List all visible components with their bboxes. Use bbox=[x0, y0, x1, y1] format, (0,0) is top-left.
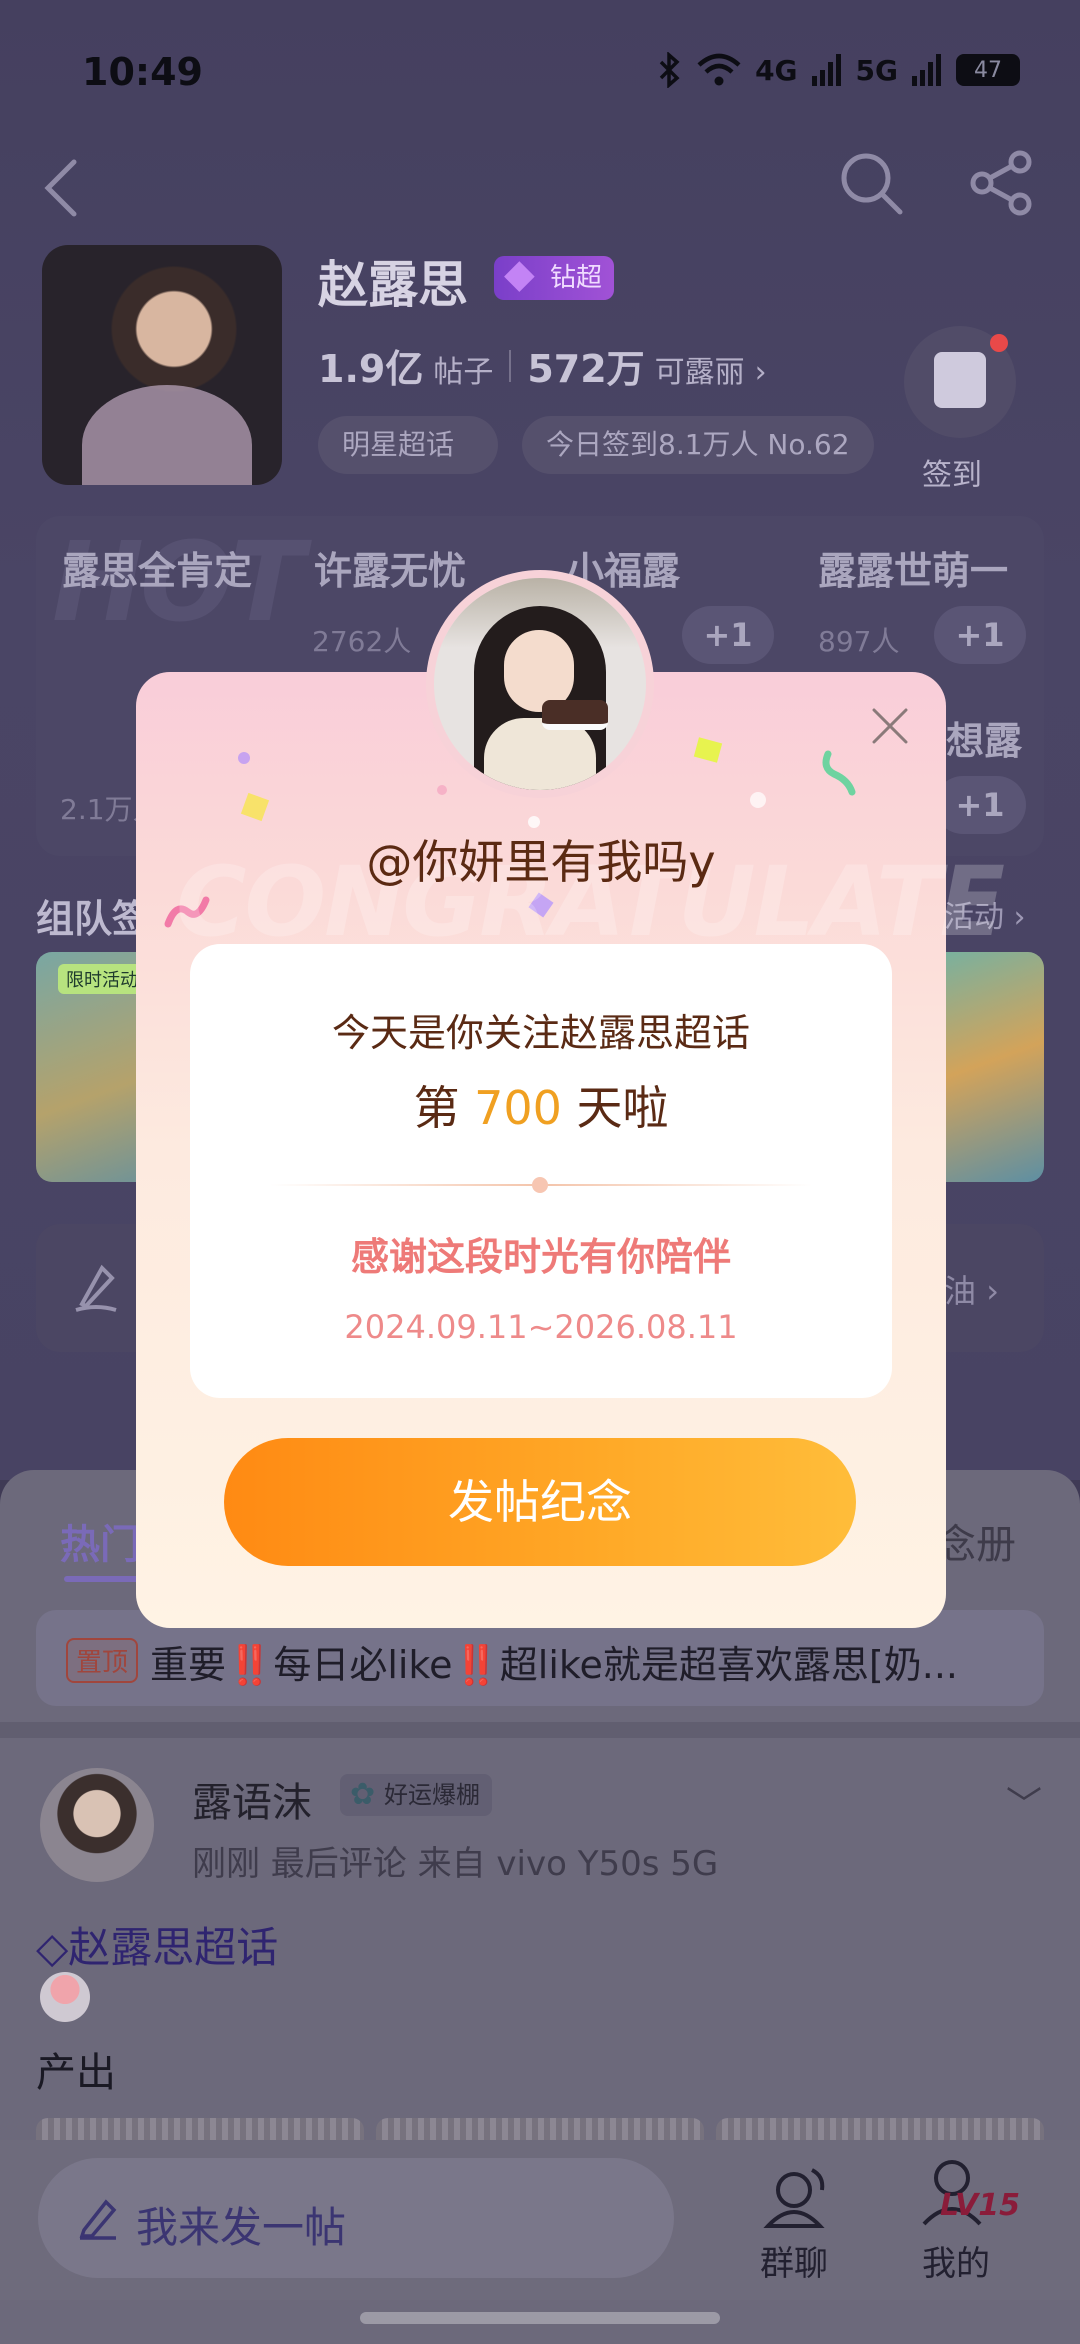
mine-label[interactable]: 我的 bbox=[922, 2236, 990, 2285]
post-author-avatar[interactable] bbox=[40, 1768, 154, 1882]
posts-count: 1.9亿 bbox=[318, 347, 424, 391]
group-chat-label[interactable]: 群聊 bbox=[760, 2236, 828, 2285]
stats-divider bbox=[509, 350, 512, 382]
confetti-dot bbox=[238, 752, 250, 764]
wifi-icon bbox=[697, 53, 741, 86]
confetti-dot bbox=[750, 792, 766, 808]
network-4g-label: 4G bbox=[755, 53, 798, 87]
confetti-dot bbox=[437, 785, 447, 795]
pencil-icon bbox=[79, 2199, 117, 2240]
bluetooth-icon bbox=[659, 52, 680, 88]
post-author-name[interactable]: 露语沫 bbox=[192, 1770, 312, 1828]
status-bar: 10:49 4G 5G 47 bbox=[0, 0, 1080, 140]
signal-icon-2 bbox=[912, 54, 941, 86]
chevron-down-icon[interactable]: ﹀ bbox=[1006, 1776, 1042, 1828]
shaved-ice-emoji-icon bbox=[40, 1972, 90, 2022]
screen: 10:49 4G 5G 47 赵露思 钻超 1.9亿 帖子 572万 可露丽 ›… bbox=[0, 0, 1080, 2344]
tag-checkin-rank[interactable]: 今日签到8.1万人 No.62 bbox=[522, 416, 874, 474]
posts-label: 帖子 bbox=[433, 355, 494, 390]
tag-star-topic[interactable]: 明星超话 bbox=[318, 416, 498, 474]
follow-days-count: 700 bbox=[474, 1081, 562, 1135]
section-divider bbox=[0, 1722, 1080, 1738]
post-topic-link[interactable]: ◇赵露思超话 bbox=[36, 1914, 278, 1975]
battery-icon: 47 bbox=[956, 54, 1020, 86]
hot-group-title[interactable]: 想露 bbox=[946, 710, 1022, 765]
calendar-icon bbox=[934, 352, 986, 408]
follower-username: @你妍里有我吗y bbox=[366, 835, 716, 889]
status-icons: 4G 5G 47 bbox=[657, 52, 1020, 88]
fans-count: 572万 bbox=[527, 347, 645, 391]
community-stats: 1.9亿 帖子 572万 可露丽 › bbox=[318, 338, 767, 393]
pinned-post-title[interactable]: 重要‼️每日必like‼️超like就是超喜欢露思[奶... bbox=[150, 1634, 1020, 1689]
team-checkin-title: 组队签 bbox=[36, 897, 151, 941]
confetti-square bbox=[693, 737, 723, 763]
quill-icon bbox=[75, 1264, 117, 1312]
compose-post-button[interactable] bbox=[38, 2158, 674, 2278]
share-icon[interactable] bbox=[968, 150, 1034, 216]
join-plus-button[interactable]: +1 bbox=[934, 776, 1026, 834]
close-icon[interactable] bbox=[868, 704, 912, 748]
chevron-right-icon: › bbox=[754, 355, 767, 390]
signal-icon bbox=[811, 54, 841, 86]
notification-dot bbox=[990, 334, 1008, 352]
quick-bar-right-text: 油 › bbox=[944, 1272, 999, 1310]
back-arrow-icon[interactable] bbox=[40, 158, 80, 218]
hot-group-title[interactable]: 露露世萌一 bbox=[818, 540, 1008, 595]
community-name: 赵露思 bbox=[318, 256, 468, 314]
group-chat-icon[interactable] bbox=[758, 2156, 838, 2236]
join-plus-button[interactable]: +1 bbox=[682, 606, 774, 664]
follow-date-range: 2024.09.11~2026.08.11 bbox=[344, 1308, 738, 1346]
follow-days-text: 第 700 天啦 bbox=[413, 1081, 669, 1135]
diamond-super-badge[interactable]: 钻超 bbox=[494, 252, 615, 300]
hot-group-title[interactable]: 露思全肯定 bbox=[62, 540, 252, 595]
follow-intro-text: 今天是你关注赵露思超话 bbox=[331, 1011, 750, 1055]
hot-group-members: 897人 bbox=[818, 625, 900, 658]
compose-placeholder: 我来发一帖 bbox=[136, 2203, 347, 2252]
post-commemoration-button[interactable]: 发帖纪念 bbox=[224, 1438, 856, 1566]
confetti-square bbox=[240, 792, 270, 822]
tab-hot[interactable]: 热门 bbox=[60, 1512, 140, 1570]
confetti-ribbon bbox=[822, 750, 856, 796]
tab-memorial[interactable]: 念册 bbox=[936, 1512, 1016, 1570]
follower-avatar bbox=[426, 570, 654, 798]
home-indicator[interactable] bbox=[360, 2312, 720, 2324]
limited-activity-tag: 限时活动 bbox=[58, 964, 146, 994]
good-luck-badge: 好运爆棚 bbox=[340, 1774, 492, 1816]
network-5g-label: 5G bbox=[855, 53, 898, 87]
level-badge: LV15 bbox=[940, 2188, 1020, 2223]
heart-icon bbox=[532, 1177, 548, 1193]
fans-label[interactable]: 可露丽 bbox=[655, 347, 745, 391]
hot-group-members: 2762人 bbox=[312, 625, 412, 658]
join-plus-button[interactable]: +1 bbox=[934, 606, 1026, 664]
thanks-message: 感谢这段时光有你陪伴 bbox=[350, 1235, 731, 1279]
checkin-label: 签到 bbox=[922, 458, 982, 493]
follower-avatar-photo bbox=[434, 578, 646, 790]
post-meta: 刚刚 最后评论 来自 vivo Y50s 5G bbox=[192, 1844, 719, 1884]
pinned-tag: 置顶 bbox=[66, 1638, 139, 1683]
post-body-text: 产出 bbox=[36, 2050, 116, 2096]
community-avatar[interactable] bbox=[42, 245, 282, 485]
search-icon[interactable] bbox=[838, 150, 904, 216]
status-time: 10:49 bbox=[82, 50, 203, 94]
tab-active-indicator bbox=[64, 1576, 140, 1582]
